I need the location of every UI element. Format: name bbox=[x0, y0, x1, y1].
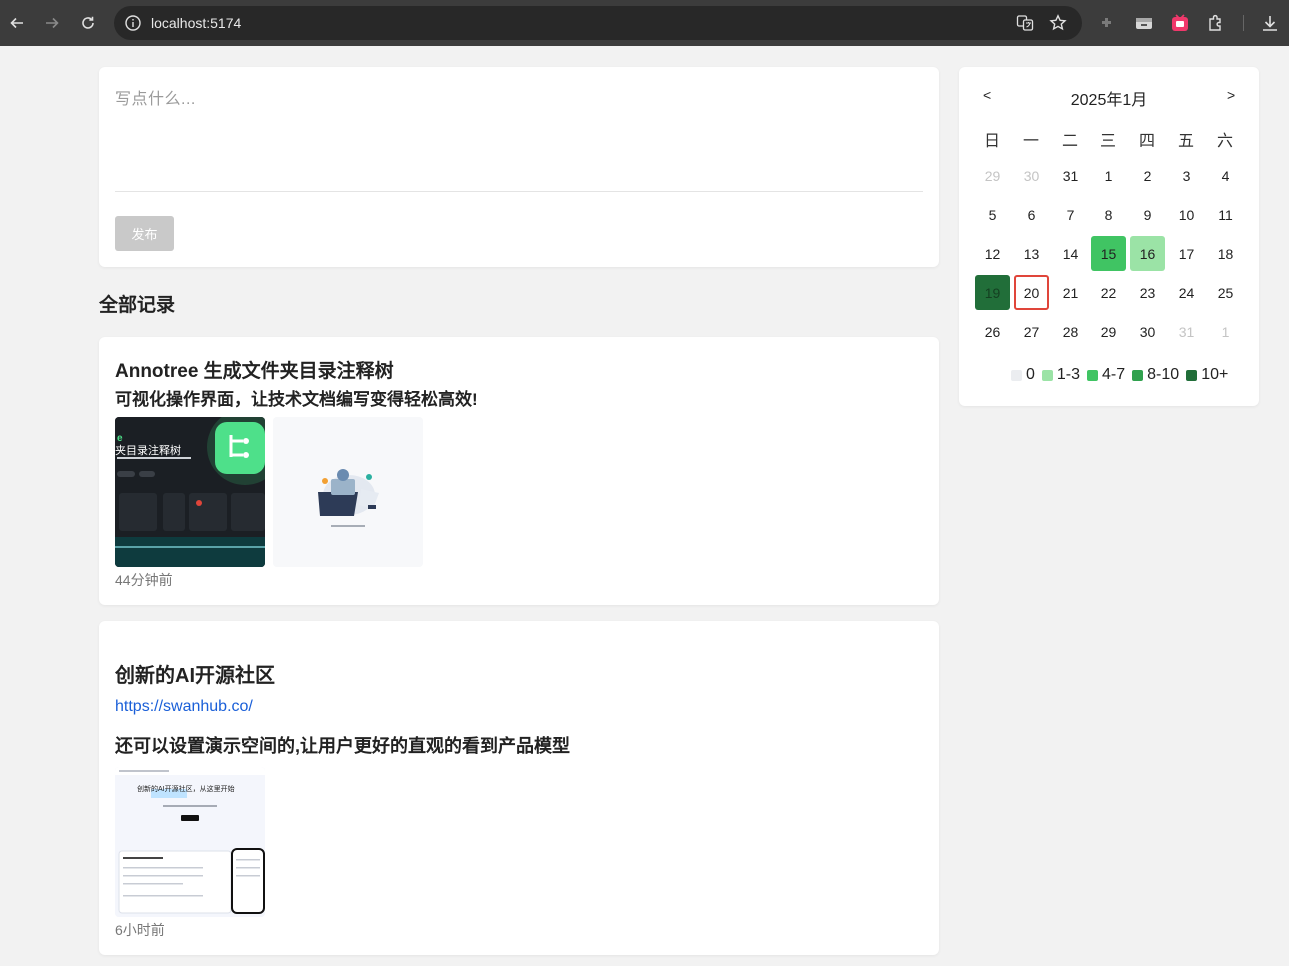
calendar-day[interactable]: 12 bbox=[975, 236, 1010, 271]
section-title: 全部记录 bbox=[99, 295, 176, 316]
weekday-label: 五 bbox=[1177, 133, 1194, 150]
composer-divider bbox=[115, 191, 923, 192]
calendar-day[interactable]: 3 bbox=[1169, 158, 1204, 193]
forward-icon[interactable] bbox=[41, 12, 63, 34]
composer-input[interactable]: 写点什么... bbox=[115, 85, 196, 109]
weekday-label: 三 bbox=[1099, 133, 1116, 150]
reload-icon[interactable] bbox=[77, 12, 99, 34]
heatmap-calendar: < 2025年1月 > 日一二三四五六 29 30 31 1 2 3 4 5 6 7 8 9 10 11 12… bbox=[959, 67, 1259, 406]
address-bar[interactable]: localhost:5174 bbox=[114, 6, 1082, 40]
weekday-label: 四 bbox=[1138, 133, 1155, 150]
weekday-label: 二 bbox=[1061, 133, 1078, 150]
post-link[interactable]: https://swanhub.co/ bbox=[115, 698, 253, 716]
calendar-day[interactable]: 4 bbox=[1208, 158, 1243, 193]
calendar-day[interactable]: 30 bbox=[1014, 158, 1049, 193]
legend-label: 8-10 bbox=[1147, 366, 1180, 383]
calendar-day[interactable]: 30 bbox=[1130, 314, 1165, 349]
browser-toolbar: localhost:5174 bbox=[0, 0, 1289, 46]
post-title: 创新的AI开源社区 bbox=[115, 665, 275, 687]
calendar-day[interactable]: 8 bbox=[1091, 197, 1126, 232]
calendar-day[interactable]: 31 bbox=[1169, 314, 1204, 349]
legend-label: 10+ bbox=[1201, 366, 1229, 383]
publish-button[interactable]: 发布 bbox=[115, 216, 174, 251]
post-image[interactable] bbox=[273, 417, 423, 567]
calendar-day[interactable]: 24 bbox=[1169, 275, 1204, 310]
calendar-day[interactable]: 13 bbox=[1014, 236, 1049, 271]
site-info-icon[interactable] bbox=[124, 14, 142, 32]
calendar-day[interactable]: 6 bbox=[1014, 197, 1049, 232]
calendar-day[interactable]: 27 bbox=[1014, 314, 1049, 349]
calendar-day[interactable]: 25 bbox=[1208, 275, 1243, 310]
post-image-caption: 创新的AI开源社区，从这里开始 bbox=[137, 786, 235, 793]
post-image-caption: 夹目录注释树 bbox=[115, 445, 181, 457]
calendar-day[interactable]: 20 bbox=[1014, 275, 1049, 310]
calendar-day[interactable]: 1 bbox=[1208, 314, 1243, 349]
calendar-day[interactable]: 15 bbox=[1091, 236, 1126, 271]
post-subtitle: 可视化操作界面，让技术文档编写变得轻松高效! bbox=[115, 390, 478, 409]
post-time: 44分钟前 bbox=[115, 572, 173, 588]
extension-pink-tv-icon[interactable] bbox=[1170, 13, 1190, 33]
composer-card: 写点什么... 发布 bbox=[99, 67, 939, 267]
calendar-day[interactable]: 21 bbox=[1053, 275, 1088, 310]
post-subtitle: 还可以设置演示空间的,让用户更好的直观的看到产品模型 bbox=[115, 736, 570, 756]
extension-puzzle-gray-icon[interactable] bbox=[1098, 13, 1118, 33]
legend-swatch bbox=[1041, 369, 1053, 381]
calendar-day[interactable]: 31 bbox=[1053, 158, 1088, 193]
calendar-month-title: 2025年1月 bbox=[1070, 92, 1148, 109]
legend-label: 0 bbox=[1026, 366, 1035, 383]
calendar-day[interactable]: 16 bbox=[1130, 236, 1165, 271]
post-title: Annotree 生成文件夹目录注释树 bbox=[115, 361, 394, 382]
calendar-day[interactable]: 1 bbox=[1091, 158, 1126, 193]
weekday-label: 日 bbox=[983, 133, 1000, 150]
calendar-day[interactable]: 26 bbox=[975, 314, 1010, 349]
calendar-day[interactable]: 17 bbox=[1169, 236, 1204, 271]
extensions-icon[interactable] bbox=[1206, 13, 1226, 33]
bookmark-star-icon[interactable] bbox=[1049, 14, 1067, 32]
calendar-day[interactable]: 19 bbox=[975, 275, 1010, 310]
translate-icon[interactable] bbox=[1016, 14, 1034, 32]
post-image[interactable]: 创新的AI开源社区，从这里开始 bbox=[115, 767, 265, 917]
legend-swatch bbox=[1186, 369, 1198, 381]
calendar-day[interactable]: 11 bbox=[1208, 197, 1243, 232]
back-icon[interactable] bbox=[6, 12, 28, 34]
weekday-label: 六 bbox=[1216, 133, 1233, 150]
legend-label: 1-3 bbox=[1056, 366, 1081, 383]
next-month-button[interactable]: > bbox=[1227, 87, 1235, 103]
calendar-day[interactable]: 29 bbox=[975, 158, 1010, 193]
heatmap-legend: 0 1-3 4-7 8-10 10+ bbox=[1011, 366, 1228, 384]
calendar-day[interactable]: 14 bbox=[1053, 236, 1088, 271]
extension-box-icon[interactable] bbox=[1134, 13, 1154, 33]
calendar-day[interactable]: 23 bbox=[1130, 275, 1165, 310]
post-card: Annotree 生成文件夹目录注释树 可视化操作界面，让技术文档编写变得轻松高… bbox=[99, 337, 939, 605]
post-image[interactable]: e 夹目录注释树 bbox=[115, 417, 265, 567]
legend-label: 4-7 bbox=[1102, 366, 1126, 383]
legend-swatch bbox=[1087, 369, 1099, 381]
legend-swatch bbox=[1011, 369, 1022, 381]
toolbar-separator bbox=[1243, 15, 1244, 31]
calendar-day[interactable]: 10 bbox=[1169, 197, 1204, 232]
calendar-day[interactable]: 5 bbox=[975, 197, 1010, 232]
calendar-day[interactable]: 18 bbox=[1208, 236, 1243, 271]
calendar-day[interactable]: 22 bbox=[1091, 275, 1126, 310]
calendar-day[interactable]: 9 bbox=[1130, 197, 1165, 232]
post-card: 创新的AI开源社区 https://swanhub.co/ 还可以设置演示空间的… bbox=[99, 621, 939, 955]
weekday-label: 一 bbox=[1022, 133, 1039, 150]
legend-swatch bbox=[1132, 369, 1144, 381]
calendar-day[interactable]: 2 bbox=[1130, 158, 1165, 193]
url-text: localhost:5174 bbox=[151, 15, 242, 31]
calendar-day[interactable]: 28 bbox=[1053, 314, 1088, 349]
calendar-day[interactable]: 7 bbox=[1053, 197, 1088, 232]
post-time: 6小时前 bbox=[115, 922, 165, 938]
calendar-day[interactable]: 29 bbox=[1091, 314, 1126, 349]
download-icon[interactable] bbox=[1260, 13, 1280, 33]
